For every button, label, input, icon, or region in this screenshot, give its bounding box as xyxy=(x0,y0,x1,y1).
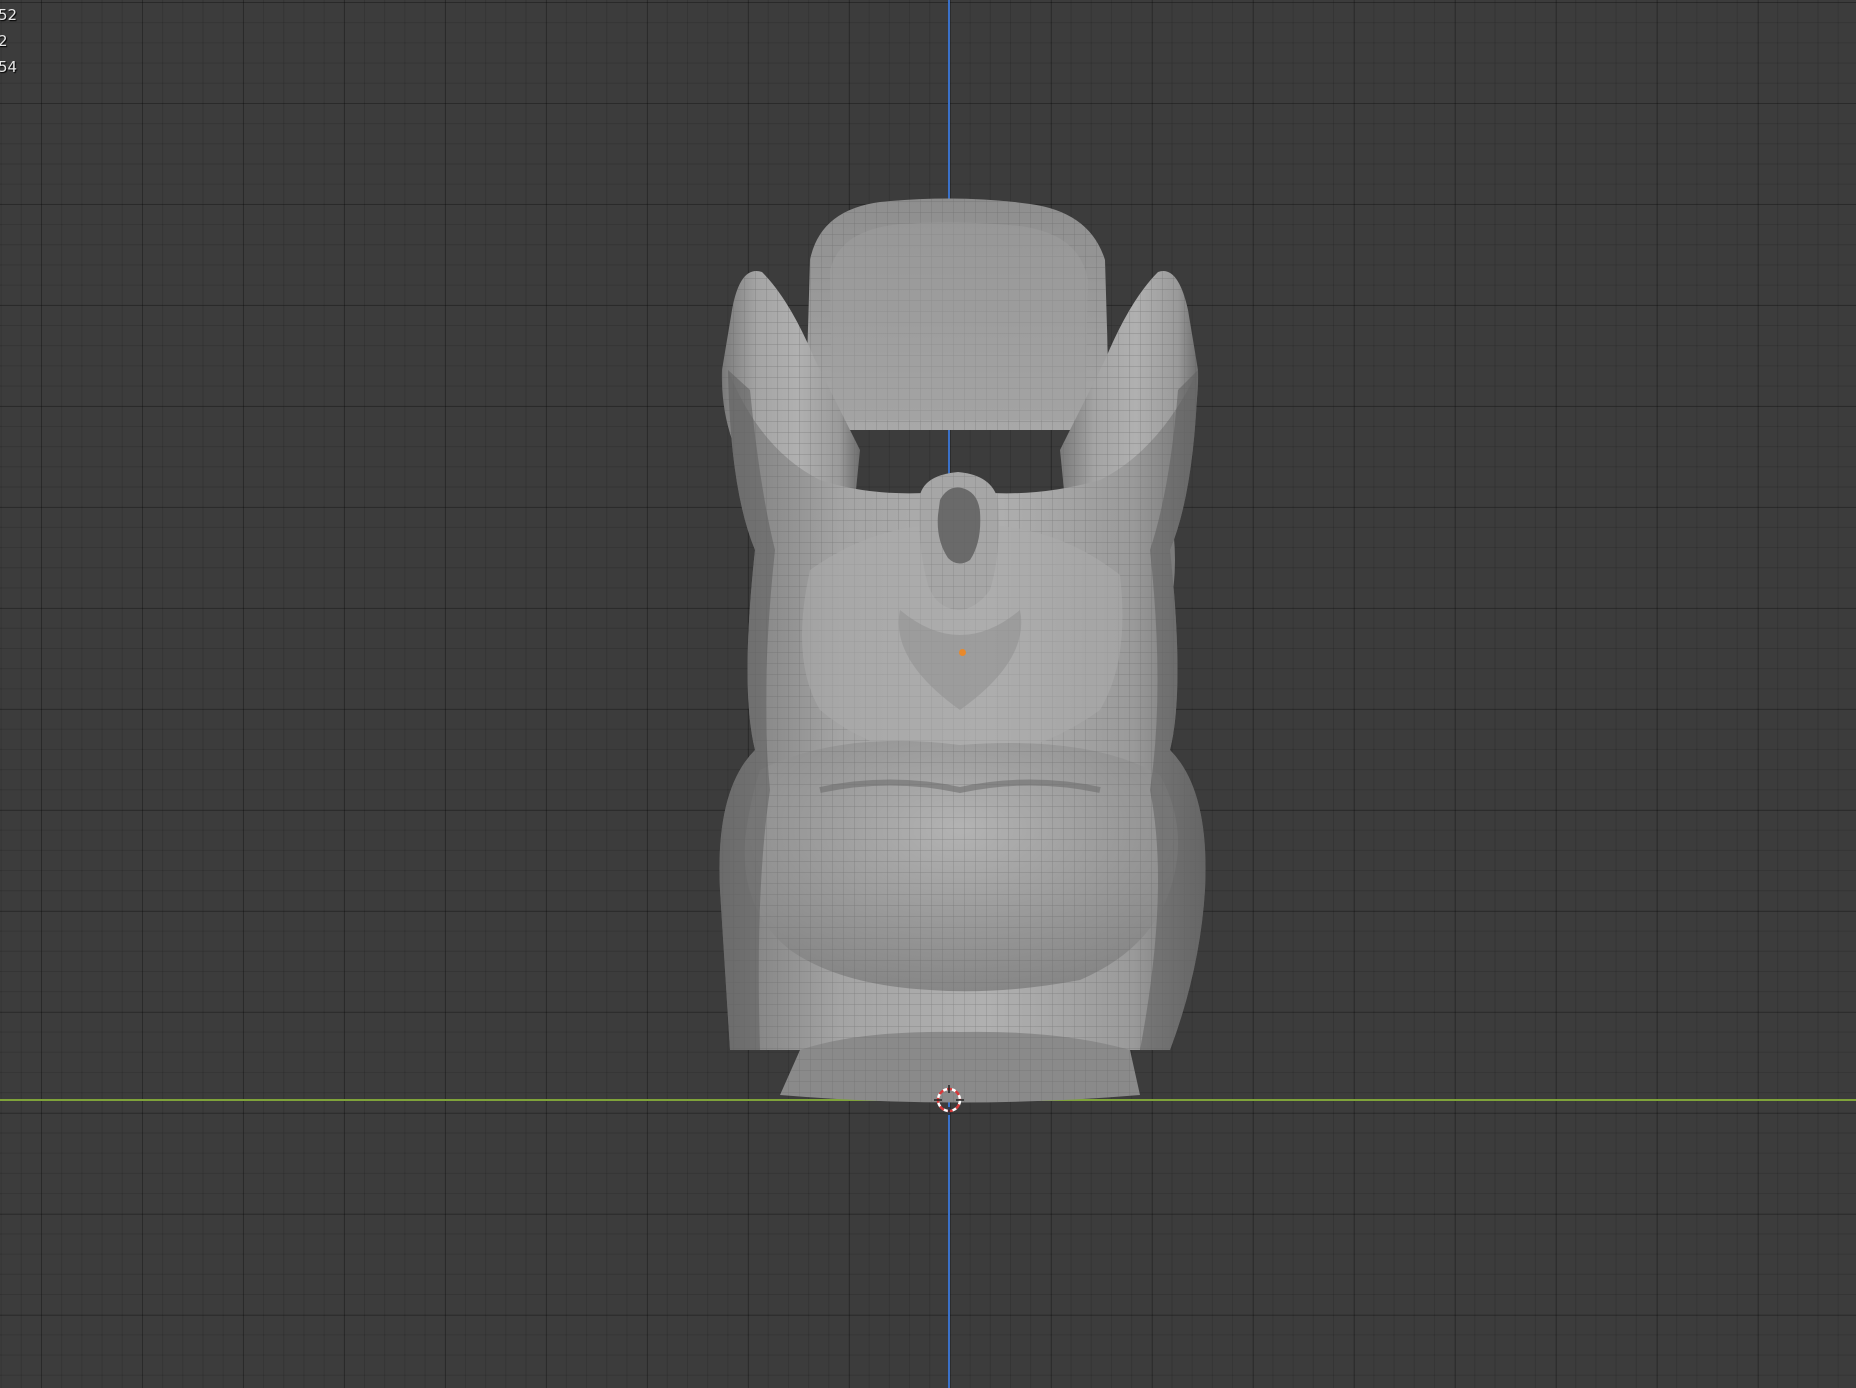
stats-line: 52 xyxy=(0,6,18,24)
mesh-back-panel xyxy=(805,198,1110,430)
object-origin-icon[interactable] xyxy=(959,649,966,656)
3d-viewport[interactable]: 52 2 54 xyxy=(0,0,1856,1388)
sculpt-mesh-object[interactable] xyxy=(700,190,1220,1130)
mesh-snout xyxy=(744,740,1178,1103)
viewport-stats-overlay: 52 2 54 xyxy=(0,2,17,80)
stats-line: 54 xyxy=(0,58,18,76)
mesh-ring-loop xyxy=(919,472,999,610)
stats-line: 2 xyxy=(0,32,8,50)
3d-cursor-icon[interactable] xyxy=(934,1085,964,1115)
